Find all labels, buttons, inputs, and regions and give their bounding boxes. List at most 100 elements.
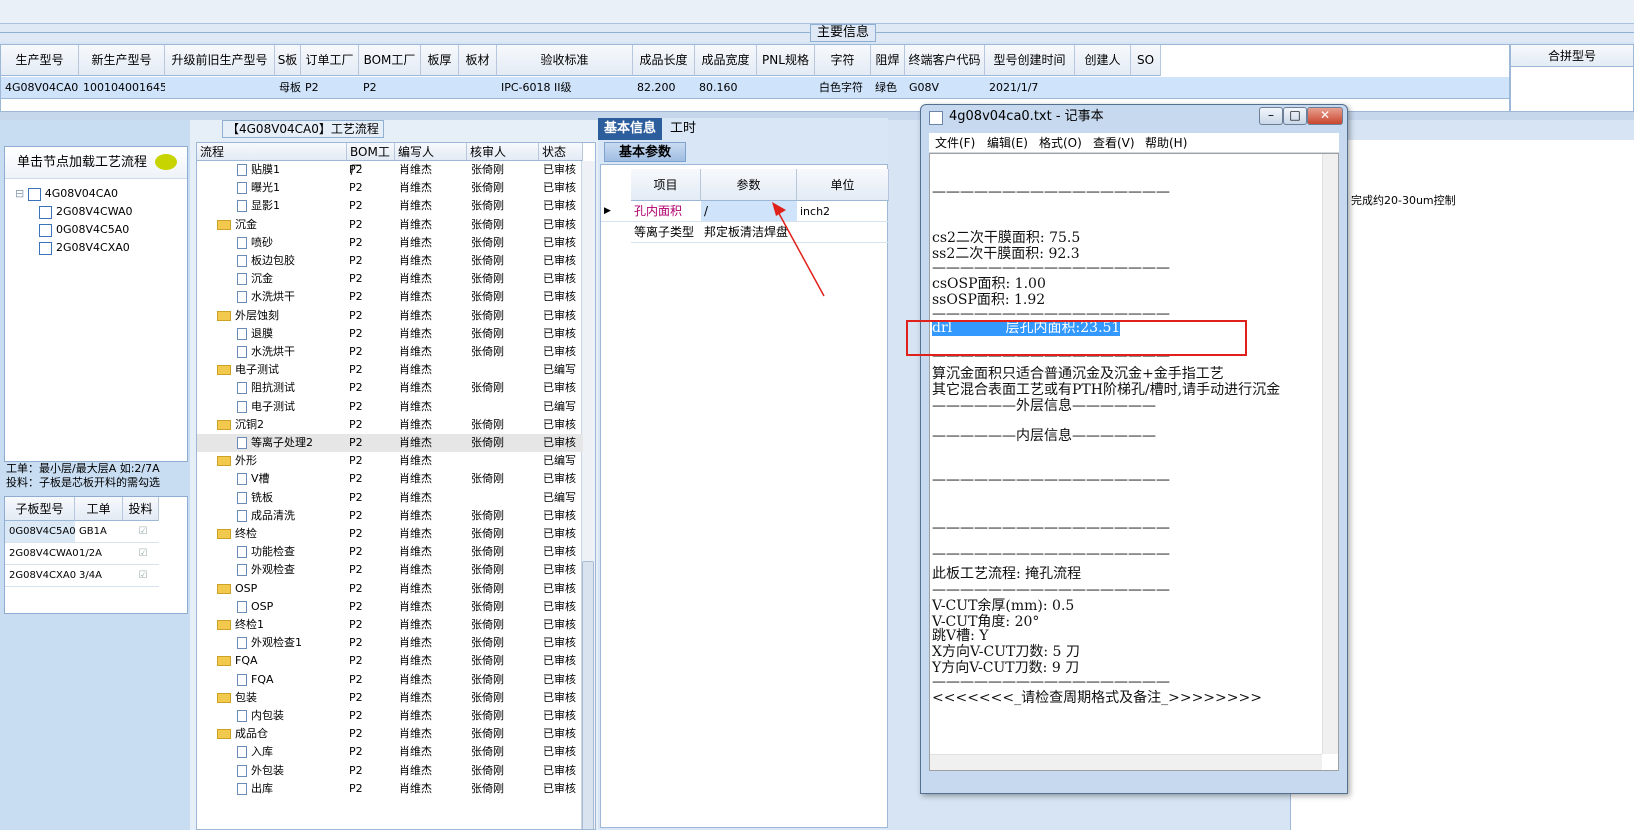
process-row[interactable]: 板边包胶 P2 肖维杰 张倚刚 已审核 (197, 252, 583, 270)
feed-checkbox[interactable]: ☑ (123, 521, 159, 543)
top-grid-header[interactable]: BOM工厂 (359, 45, 421, 76)
top-grid-cell[interactable] (1131, 77, 1161, 99)
process-row[interactable]: V槽 P2 肖维杰 张倚刚 已审核 (197, 470, 583, 488)
top-grid-cell[interactable]: 白色字符 (815, 77, 871, 99)
param-item[interactable]: 等离子类型 (631, 222, 701, 243)
top-grid-header[interactable]: S板 (275, 45, 301, 76)
sub-row-order[interactable]: 3/4A (75, 565, 123, 587)
top-grid-header[interactable]: 板厚 (421, 45, 459, 76)
top-grid-cell[interactable] (421, 77, 459, 99)
tree-child-node[interactable]: 0G08V4C5A0 (39, 221, 129, 239)
tab-work-hours[interactable]: 工时 (664, 118, 702, 140)
process-row[interactable]: FQA P2 肖维杰 张倚刚 已审核 (197, 671, 583, 689)
process-row[interactable]: 包装 P2 肖维杰 张倚刚 已审核 (197, 689, 583, 707)
top-grid-header[interactable]: 板材 (459, 45, 497, 76)
menu-edit[interactable]: 编辑(E) (987, 133, 1028, 153)
process-row[interactable]: 阻抗测试 P2 肖维杰 张倚刚 已审核 (197, 379, 583, 397)
top-grid-cell[interactable]: G08V (905, 77, 985, 99)
top-grid-cell[interactable]: 绿色 (871, 77, 905, 99)
load-process-button[interactable]: 单击节点加载工艺流程 (5, 147, 187, 179)
col-sub-model[interactable]: 子板型号 (5, 497, 75, 521)
process-row[interactable]: 终检 P2 肖维杰 张倚刚 已审核 (197, 525, 583, 543)
top-grid-header[interactable]: 型号创建时间 (985, 45, 1075, 76)
process-row[interactable]: 喷砂 P2 肖维杰 张倚刚 已审核 (197, 234, 583, 252)
top-grid-header[interactable]: SO (1131, 45, 1161, 76)
col-item[interactable]: 项目 (631, 169, 701, 201)
scrollbar-thumb[interactable] (582, 561, 594, 829)
maximize-button[interactable]: □ (1283, 107, 1307, 125)
col-param[interactable]: 参数 (701, 169, 797, 201)
top-grid-header[interactable]: 创建人 (1075, 45, 1131, 76)
process-row[interactable]: 沉铜2 P2 肖维杰 张倚刚 已审核 (197, 416, 583, 434)
top-grid-header[interactable]: 验收标准 (497, 45, 633, 76)
sub-row-model[interactable]: 0G08V4C5A0 (5, 521, 76, 543)
process-row[interactable]: 出库 P2 肖维杰 张倚刚 已审核 (197, 780, 583, 798)
product-grid[interactable]: 生产型号4G08V04CA0新生产型号10010400164559升级前旧生产型… (0, 44, 1510, 112)
top-grid-header[interactable]: 订单工厂 (301, 45, 359, 76)
process-row[interactable]: 电子测试 P2 肖维杰 已编写 (197, 361, 583, 379)
top-grid-header[interactable]: 新生产型号 (79, 45, 165, 76)
minimize-button[interactable]: – (1259, 107, 1283, 125)
process-row[interactable]: 外观检查 P2 肖维杰 张倚刚 已审核 (197, 561, 583, 579)
top-grid-cell[interactable]: 2021/1/7 (985, 77, 1075, 99)
menu-file[interactable]: 文件(F) (935, 133, 975, 153)
col-status[interactable]: 状态 (539, 143, 583, 161)
sub-row-order[interactable]: 1/2A (75, 543, 123, 565)
feed-checkbox[interactable]: ☑ (123, 565, 159, 587)
tree-child-node[interactable]: 2G08V4CWA0 (39, 203, 133, 221)
process-row[interactable]: 水洗烘干 P2 肖维杰 张倚刚 已审核 (197, 288, 583, 306)
process-grid[interactable]: 流程 BOM工厂 编写人 核审人 状态 贴膜1 P2 肖维杰 张倚刚 已审核 曝光1 P2 肖… (196, 142, 596, 830)
menu-format[interactable]: 格式(O) (1039, 133, 1082, 153)
process-row[interactable]: OSP P2 肖维杰 张倚刚 已审核 (197, 580, 583, 598)
param-item[interactable]: 孔内面积 (631, 201, 701, 222)
process-scrollbar[interactable] (581, 161, 595, 829)
top-grid-header[interactable]: PNL规格 (757, 45, 815, 76)
top-grid-header[interactable]: 阻焊 (871, 45, 905, 76)
top-grid-header[interactable]: 字符 (815, 45, 871, 76)
process-row[interactable]: 等离子处理2 P2 肖维杰 张倚刚 已审核 (197, 434, 583, 452)
process-row[interactable]: 外包装 P2 肖维杰 张倚刚 已审核 (197, 762, 583, 780)
top-grid-header[interactable]: 升级前旧生产型号 (165, 45, 275, 76)
checkbox-icon[interactable] (27, 187, 41, 201)
process-row[interactable]: 外形 P2 肖维杰 已编写 (197, 452, 583, 470)
process-row[interactable]: 铣板 P2 肖维杰 已编写 (197, 489, 583, 507)
col-feed[interactable]: 投料 (123, 497, 159, 521)
checkbox-icon[interactable] (39, 205, 52, 219)
process-row[interactable]: 电子测试 P2 肖维杰 已编写 (197, 398, 583, 416)
checkbox-icon[interactable] (39, 241, 52, 255)
feed-checkbox[interactable]: ☑ (123, 543, 159, 565)
top-grid-header[interactable]: 生产型号 (1, 45, 79, 76)
top-grid-header[interactable]: 成品宽度 (695, 45, 757, 76)
sub-row-order[interactable]: GB1A (75, 521, 123, 543)
top-grid-cell[interactable]: 母板 (275, 77, 301, 99)
process-row[interactable]: 成品仓 P2 肖维杰 张倚刚 已审核 (197, 725, 583, 743)
process-row[interactable]: 外层蚀刻 P2 肖维杰 张倚刚 已审核 (197, 307, 583, 325)
process-row[interactable]: 退膜 P2 肖维杰 张倚刚 已审核 (197, 325, 583, 343)
tab-basic-params[interactable]: 基本参数 (604, 142, 687, 162)
process-row[interactable]: 显影1 P2 肖维杰 张倚刚 已审核 (197, 197, 583, 215)
process-row[interactable]: 水洗烘干 P2 肖维杰 张倚刚 已审核 (197, 343, 583, 361)
menu-view[interactable]: 查看(V) (1093, 133, 1135, 153)
notepad-hscrollbar[interactable] (930, 754, 1322, 770)
process-row[interactable]: 外观检查1 P2 肖维杰 张倚刚 已审核 (197, 634, 583, 652)
top-grid-cell[interactable]: 80.160 (695, 77, 757, 99)
tree-root-node[interactable]: ⊟ 4G08V04CA0 (15, 185, 118, 203)
top-grid-cell[interactable]: 82.200 (633, 77, 695, 99)
col-process[interactable]: 流程 (197, 143, 347, 161)
process-row[interactable]: 曝光1 P2 肖维杰 张倚刚 已审核 (197, 179, 583, 197)
sub-row-model[interactable]: 2G08V4CXA0 (5, 565, 76, 587)
top-grid-cell[interactable]: P2 (301, 77, 359, 99)
col-checker[interactable]: 核审人 (467, 143, 539, 161)
process-row[interactable]: 入库 P2 肖维杰 张倚刚 已审核 (197, 743, 583, 761)
process-row[interactable]: 内包装 P2 肖维杰 张倚刚 已审核 (197, 707, 583, 725)
col-writer[interactable]: 编写人 (395, 143, 467, 161)
process-row[interactable]: 终检1 P2 肖维杰 张倚刚 已审核 (197, 616, 583, 634)
top-grid-cell[interactable]: 10010400164559 (79, 77, 165, 99)
notepad-vscrollbar[interactable] (1322, 154, 1338, 754)
top-grid-header[interactable]: 成品长度 (633, 45, 695, 76)
col-unit[interactable]: 单位 (797, 169, 889, 201)
checkbox-icon[interactable] (39, 223, 52, 237)
top-grid-cell[interactable] (165, 77, 275, 99)
col-bom-factory[interactable]: BOM工厂 (347, 143, 395, 177)
process-row[interactable]: 贴膜1 P2 肖维杰 张倚刚 已审核 (197, 161, 583, 179)
